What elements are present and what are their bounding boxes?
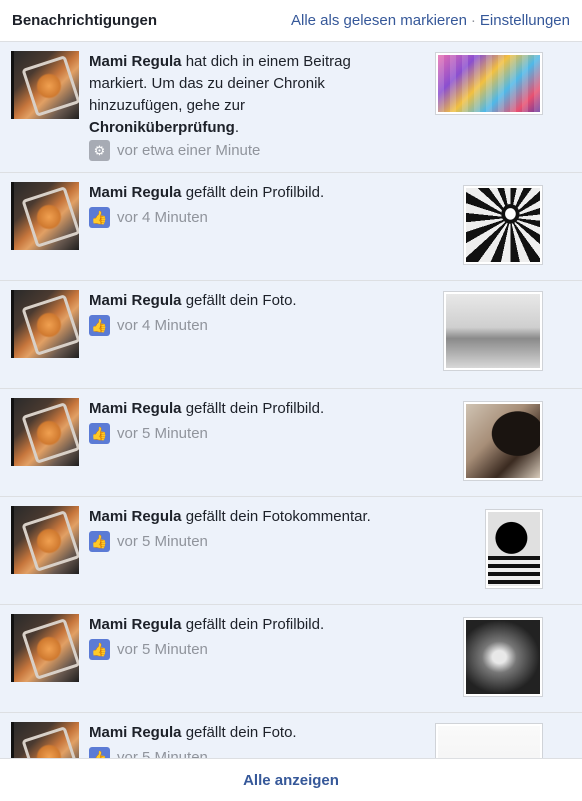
like-icon: 👍 [89,747,110,758]
notification-meta: 👍 vor 4 Minuten [89,315,208,336]
notification-item[interactable]: Mami Regula gefällt dein Foto. 👍 vor 5 M… [0,713,582,758]
notifications-header: Benachrichtigungen Alle als gelesen mark… [0,0,582,42]
notification-meta: 👍 vor 5 Minuten [89,423,208,444]
thumbnail-image [446,294,540,368]
thumbnail-image [466,188,540,262]
settings-link[interactable]: Einstellungen [480,12,570,29]
post-thumbnail[interactable] [435,723,543,758]
actor-name: Mami Regula [89,724,182,741]
actor-name: Mami Regula [89,616,182,633]
notification-text: Mami Regula gefällt dein Profilbild. [89,184,325,201]
avatar[interactable] [11,722,79,758]
notification-meta: 👍 vor 5 Minuten [89,531,208,552]
post-thumbnail[interactable] [443,291,543,371]
actor-name: Mami Regula [89,53,182,70]
notification-text: Mami Regula gefällt dein Foto. [89,724,297,741]
notification-text: Mami Regula gefällt dein Profilbild. [89,400,325,417]
actor-name: Mami Regula [89,184,182,201]
notification-item[interactable]: Mami Regula gefällt dein Profilbild. 👍 v… [0,173,582,281]
avatar[interactable] [11,506,79,574]
like-icon: 👍 [89,531,110,552]
actor-name: Mami Regula [89,400,182,417]
header-title: Benachrichtigungen [12,12,158,29]
like-icon: 👍 [89,639,110,660]
post-thumbnail[interactable] [485,509,543,589]
notification-text: Mami Regula gefällt dein Profilbild. [89,616,325,633]
notification-text: Mami Regula gefällt dein Fotokommentar. [89,508,371,525]
thumbnail-image [466,620,540,694]
post-thumbnail[interactable] [463,401,543,481]
timestamp: vor 4 Minuten [117,209,208,226]
avatar[interactable] [11,182,79,250]
notification-item[interactable]: Mami Regula gefällt dein Foto. 👍 vor 4 M… [0,281,582,389]
notification-meta: ⚙ vor etwa einer Minute [89,140,260,161]
timestamp: vor 5 Minuten [117,749,208,758]
notification-item[interactable]: Mami Regula gefällt dein Fotokommentar. … [0,497,582,605]
notification-meta: 👍 vor 5 Minuten [89,639,208,660]
notification-item[interactable]: Mami Regula hat dich in einem Beitrag ma… [0,42,582,173]
notification-meta: 👍 vor 4 Minuten [89,207,208,228]
actor-name: Mami Regula [89,292,182,309]
post-thumbnail[interactable] [463,617,543,697]
notification-text: Mami Regula hat dich in einem Beitrag ma… [89,53,351,136]
timestamp: vor etwa einer Minute [117,142,261,159]
thumbnail-image [466,404,540,478]
notification-text: Mami Regula gefällt dein Foto. [89,292,297,309]
notification-meta: 👍 vor 5 Minuten [89,747,208,758]
notification-item[interactable]: Mami Regula gefällt dein Profilbild. 👍 v… [0,605,582,713]
notification-item[interactable]: Mami Regula gefällt dein Profilbild. 👍 v… [0,389,582,497]
like-icon: 👍 [89,207,110,228]
header-separator: · [470,12,476,29]
avatar[interactable] [11,398,79,466]
thumbnail-image [488,512,540,586]
mark-all-read-link[interactable]: Alle als gelesen markieren [291,12,467,29]
timestamp: vor 5 Minuten [117,641,208,658]
see-all-footer: Alle anzeigen [0,758,582,801]
post-thumbnail[interactable] [463,185,543,265]
timestamp: vor 5 Minuten [117,425,208,442]
timestamp: vor 5 Minuten [117,533,208,550]
avatar[interactable] [11,290,79,358]
gear-icon: ⚙ [89,140,110,161]
avatar[interactable] [11,51,79,119]
see-all-link[interactable]: Alle anzeigen [243,772,339,789]
header-links: Alle als gelesen markieren · Einstellungen [291,12,570,29]
notification-list[interactable]: Mami Regula hat dich in einem Beitrag ma… [0,42,582,758]
thumbnail-image [438,55,540,112]
timestamp: vor 4 Minuten [117,317,208,334]
actor-name: Mami Regula [89,508,182,525]
post-thumbnail[interactable] [435,52,543,115]
thumbnail-image [438,726,540,758]
like-icon: 👍 [89,315,110,336]
like-icon: 👍 [89,423,110,444]
avatar[interactable] [11,614,79,682]
